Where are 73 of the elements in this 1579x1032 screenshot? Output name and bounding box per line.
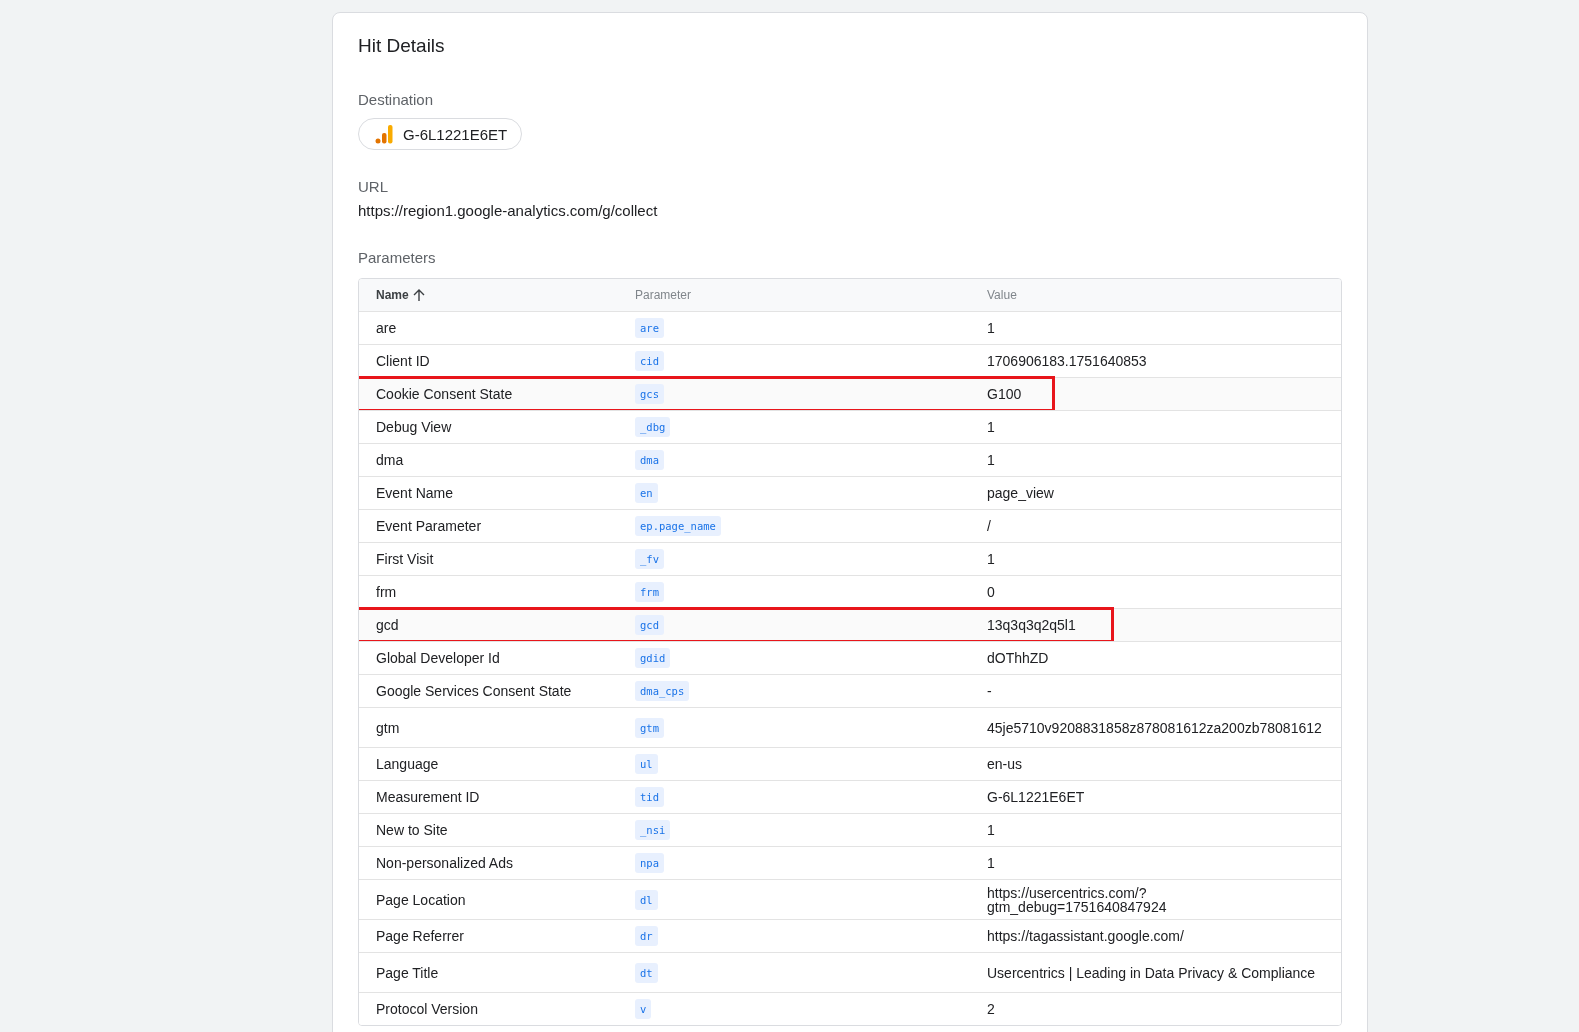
column-header[interactable]: Name [376,288,635,302]
value-cell-text: dOThhZD [987,651,1050,665]
parameter-code: en [635,483,658,503]
parameter-code: _fv [635,549,664,569]
name-cell-text: Page Referrer [376,929,465,943]
parameter-code: ep.page_name [635,516,721,536]
value-cell-text: Usercentrics | Leading in Data Privacy & Compliance [987,963,1317,982]
name-cell-text: New to Site [376,823,449,837]
name-cell-text: Event Parameter [376,519,483,533]
section-label: Destination [358,91,435,108]
value-cell-text: 2 [987,1002,996,1016]
parameter-code: ul [635,754,658,774]
value-cell: 45je5710v9208831858z878081612za200zb78081612 [987,718,1323,737]
parameter-code: dt [635,962,658,983]
name-cell-text: Page Location [376,892,467,907]
value-cell-text: https://usercentrics.com/?gtm_debug=1751640847924 [987,883,1168,916]
name-cell-text: gtm [376,720,401,735]
value-cell-text: 0 [987,585,996,599]
name-cell-text: Non-personalized Ads [376,856,514,870]
name-cell-text: Debug View [376,420,453,434]
section-label: URL [358,178,389,195]
name-cell-text: Cookie Consent State [376,387,514,401]
name-cell-text: gcd [376,618,400,632]
parameter-code: v [635,999,652,1019]
name-cell-text: Protocol Version [376,1002,479,1016]
parameter-code: tid [635,787,664,807]
value-cell-text: 1 [987,321,996,335]
value-cell-text: G-6L1221E6ET [987,790,1086,804]
name-cell-text: Measurement ID [376,790,481,804]
card-title: Hit Details [358,35,446,57]
parameter-code: gcd [635,615,664,635]
name-cell-text: dma [376,453,405,467]
value-cell-text: 1 [987,453,996,467]
name-cell-text: frm [376,585,398,599]
name-cell-text: are [376,321,398,335]
value-cell-text: G100 [987,387,1023,401]
sort-arrow-icon [412,288,425,302]
value-cell-text: 1 [987,420,996,434]
parameter-code: gdid [635,648,671,668]
value-cell-text: 13q3q3q2q5l1 [987,618,1077,632]
value-cell-text: 1 [987,552,996,566]
parameter-code: dr [635,926,658,946]
parameter-code: are [635,318,664,338]
name-cell-text: Client ID [376,354,431,368]
parameter-code: cid [635,351,664,371]
value-cell-text: page_view [987,486,1055,500]
value-cell-text: 1706906183.1751640853 [987,354,1148,368]
value-cell-text: en-us [987,757,1024,771]
name-cell-text: Page Title [376,965,440,980]
column-header[interactable]: Value [987,288,1323,302]
name-cell-text: Event Name [376,486,455,500]
parameter-code: gtm [635,717,664,738]
value-cell-text: / [987,519,992,533]
parameter-code: gcs [635,384,664,404]
value-cell-text: - [987,684,993,698]
name-cell-text: Global Developer Id [376,651,501,665]
column-header[interactable]: Parameter [635,288,987,302]
name-cell-text: First Visit [376,552,435,566]
parameter-code: _dbg [635,417,671,437]
parameter-code: _nsi [635,820,671,840]
value-cell-text: 1 [987,856,996,870]
name-cell-text: Google Services Consent State [376,684,573,698]
parameter-code: frm [635,582,664,602]
bar-chart-icon [375,124,393,144]
section-label: Parameters [358,249,437,266]
parameter-code: dma_cps [635,681,690,701]
name-cell-text: Language [376,757,440,771]
parameter-code: dl [635,889,658,910]
url-text: https://region1.google-analytics.com/g/collect [358,202,659,219]
value-cell-text: https://tagassistant.google.com/ [987,929,1185,943]
parameter-code: npa [635,853,664,873]
parameter-code: dma [635,450,664,470]
value-cell-text: 1 [987,823,996,837]
